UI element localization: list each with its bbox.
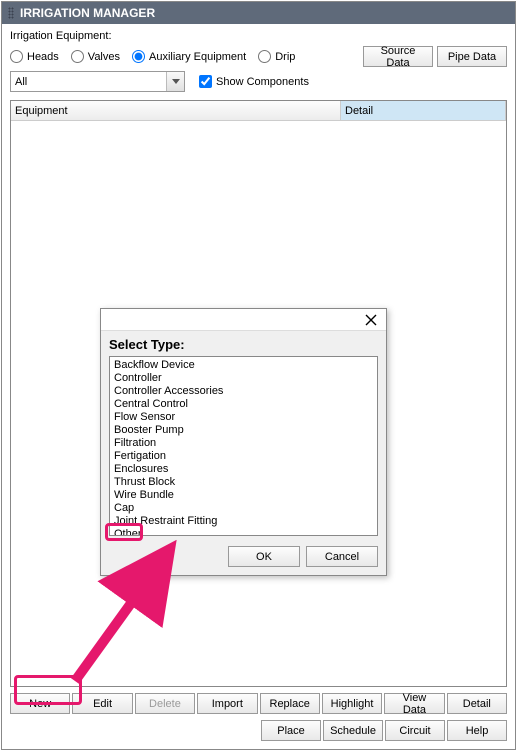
radio-drip-input[interactable] [258, 50, 271, 63]
close-icon[interactable] [360, 311, 382, 329]
source-data-button[interactable]: Source Data [363, 46, 433, 67]
view-data-button[interactable]: View Data [384, 693, 444, 714]
radio-aux-input[interactable] [132, 50, 145, 63]
radio-heads[interactable]: Heads [10, 50, 59, 63]
chevron-down-icon[interactable] [166, 72, 184, 91]
radio-heads-input[interactable] [10, 50, 23, 63]
list-item[interactable]: Controller Accessories [114, 385, 373, 398]
delete-button[interactable]: Delete [135, 693, 195, 714]
equipment-label: Irrigation Equipment: [10, 30, 507, 42]
grid-header: Equipment Detail [11, 101, 506, 121]
show-components-input[interactable] [199, 75, 212, 88]
schedule-button[interactable]: Schedule [323, 720, 383, 741]
titlebar[interactable]: IRRIGATION MANAGER [2, 2, 515, 24]
dialog-body: Select Type: Backflow Device Controller … [101, 331, 386, 575]
radio-valves[interactable]: Valves [71, 50, 120, 63]
radio-valves-input[interactable] [71, 50, 84, 63]
list-item[interactable]: Controller [114, 372, 373, 385]
col-equipment[interactable]: Equipment [11, 101, 341, 121]
combo-value: All [15, 76, 27, 88]
dialog-titlebar[interactable] [101, 309, 386, 331]
window-title: IRRIGATION MANAGER [20, 6, 155, 20]
top-buttons: Source Data Pipe Data [363, 46, 507, 67]
list-item[interactable]: Backflow Device [114, 359, 373, 372]
grip-icon [8, 7, 14, 19]
select-type-dialog: Select Type: Backflow Device Controller … [100, 308, 387, 576]
list-item[interactable]: Fertigation [114, 450, 373, 463]
place-button[interactable]: Place [261, 720, 321, 741]
list-item[interactable]: Central Control [114, 398, 373, 411]
equipment-radio-row: Heads Valves Auxiliary Equipment Drip So… [10, 46, 507, 67]
circuit-button[interactable]: Circuit [385, 720, 445, 741]
list-item[interactable]: Cap [114, 502, 373, 515]
dialog-buttons: OK Cancel [109, 546, 378, 567]
list-item[interactable]: Wire Bundle [114, 489, 373, 502]
highlight-button[interactable]: Highlight [322, 693, 382, 714]
ok-button[interactable]: OK [228, 546, 300, 567]
filter-row: All Show Components [10, 71, 507, 92]
list-item[interactable]: Joint Restraint Fitting [114, 515, 373, 528]
list-item[interactable]: Other [114, 528, 373, 536]
col-detail[interactable]: Detail [341, 101, 506, 121]
show-components-check[interactable]: Show Components [199, 75, 309, 88]
action-buttons: New Edit Delete Import Replace Highlight… [10, 693, 507, 714]
dialog-heading: Select Type: [109, 337, 378, 352]
radio-drip[interactable]: Drip [258, 50, 295, 63]
list-item[interactable]: Thrust Block [114, 476, 373, 489]
edit-button[interactable]: Edit [72, 693, 132, 714]
list-item[interactable]: Enclosures [114, 463, 373, 476]
cancel-button[interactable]: Cancel [306, 546, 378, 567]
radio-aux[interactable]: Auxiliary Equipment [132, 50, 246, 63]
list-item[interactable]: Filtration [114, 437, 373, 450]
detail-button[interactable]: Detail [447, 693, 507, 714]
pipe-data-button[interactable]: Pipe Data [437, 46, 507, 67]
replace-button[interactable]: Replace [260, 693, 320, 714]
list-item[interactable]: Flow Sensor [114, 411, 373, 424]
type-listbox[interactable]: Backflow Device Controller Controller Ac… [109, 356, 378, 536]
import-button[interactable]: Import [197, 693, 257, 714]
footer-buttons: Place Schedule Circuit Help [10, 720, 507, 741]
new-button[interactable]: New [10, 693, 70, 714]
list-item[interactable]: Booster Pump [114, 424, 373, 437]
filter-combo[interactable]: All [10, 71, 185, 92]
help-button[interactable]: Help [447, 720, 507, 741]
